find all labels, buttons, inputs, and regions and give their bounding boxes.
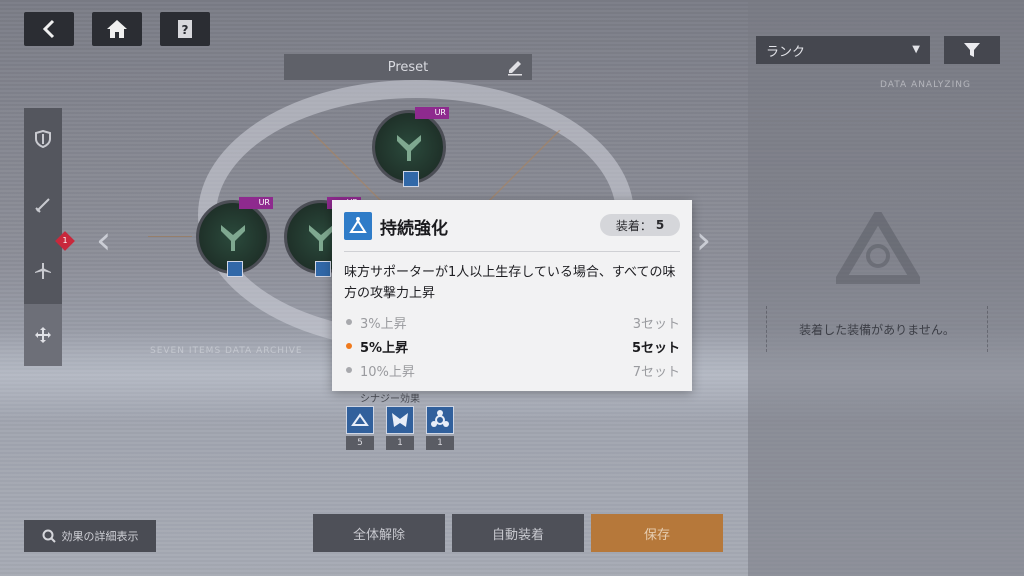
chevron-left-icon bbox=[42, 19, 55, 39]
home-icon bbox=[107, 20, 127, 38]
tier-indicator-dot bbox=[346, 319, 352, 325]
caret-down-icon: ▼ bbox=[912, 44, 920, 55]
tier-row-active: 5%上昇 5セット bbox=[344, 336, 680, 356]
equip-count-label: 装着： bbox=[615, 218, 652, 233]
preset-bar[interactable]: Preset bbox=[284, 54, 532, 80]
equip-count-pill: 装着： 5 bbox=[600, 214, 680, 236]
home-button[interactable] bbox=[92, 12, 142, 46]
popup-description: 味方サポーターが1人以上生存している場合、すべての味方の攻撃力上昇 bbox=[344, 265, 676, 301]
tier-indicator-dot bbox=[346, 367, 352, 373]
sort-dropdown-value: ランク bbox=[766, 44, 806, 60]
notification-badge: 1 bbox=[55, 231, 75, 251]
sword-icon bbox=[35, 198, 50, 213]
empty-state-logo-icon bbox=[836, 212, 920, 284]
shield-icon bbox=[35, 130, 51, 148]
equipment-emblem-icon bbox=[221, 225, 245, 251]
tier-effect: 5%上昇 bbox=[360, 341, 409, 356]
release-all-button[interactable]: 全体解除 bbox=[313, 514, 445, 552]
set-effect-label: シナジー効果 bbox=[360, 394, 420, 405]
tab-movement[interactable] bbox=[24, 304, 62, 366]
background-caption: SEVEN ITEMS DATA ARCHIVE bbox=[150, 346, 303, 356]
set-effect-biohazard[interactable] bbox=[426, 406, 454, 434]
move-arrows-icon bbox=[35, 327, 51, 343]
tier-set-count: 5セット bbox=[631, 341, 680, 356]
filter-icon bbox=[964, 43, 980, 57]
set-effect-wing[interactable] bbox=[386, 406, 414, 434]
preset-label: Preset bbox=[387, 59, 429, 75]
connector-line-left bbox=[148, 236, 192, 237]
equipment-category-tabs bbox=[24, 108, 62, 366]
equipment-emblem-icon bbox=[397, 135, 421, 161]
effect-detail-label: 効果の詳細表示 bbox=[61, 530, 139, 543]
equipment-type-chip bbox=[315, 261, 331, 277]
support-icon bbox=[351, 413, 369, 426]
effect-detail-button[interactable]: 効果の詳細表示 bbox=[24, 520, 156, 552]
equipment-type-chip bbox=[227, 261, 243, 277]
tier-set-count: 7セット bbox=[632, 365, 680, 380]
popup-effect-icon bbox=[344, 212, 372, 240]
back-button[interactable] bbox=[24, 12, 74, 46]
search-icon bbox=[42, 529, 56, 543]
next-arrow-icon[interactable]: › bbox=[696, 218, 711, 262]
biohazard-icon bbox=[431, 410, 449, 427]
set-effect-count: 1 bbox=[386, 436, 414, 450]
tier-row: 3%上昇 3セット bbox=[344, 312, 680, 332]
save-button[interactable]: 保存 bbox=[591, 514, 723, 552]
set-effect-count: 5 bbox=[346, 436, 374, 450]
auto-equip-button[interactable]: 自動装着 bbox=[452, 514, 584, 552]
equipment-type-chip bbox=[403, 171, 419, 187]
notification-badge-count: 1 bbox=[62, 236, 68, 245]
wing-icon bbox=[392, 413, 408, 427]
help-button[interactable]: ? bbox=[160, 12, 210, 46]
aircraft-icon bbox=[35, 263, 51, 279]
pencil-icon[interactable] bbox=[506, 58, 524, 76]
popup-divider bbox=[344, 251, 680, 252]
tier-set-count: 3セット bbox=[632, 317, 680, 332]
filter-button[interactable] bbox=[944, 36, 1000, 64]
empty-equipment-message: 装着した装備がありません。 bbox=[766, 306, 988, 352]
tab-aircraft[interactable] bbox=[24, 240, 62, 302]
tab-defense[interactable] bbox=[24, 108, 62, 170]
tier-effect: 3%上昇 bbox=[360, 317, 407, 332]
equipment-slot-left-1[interactable]: UR bbox=[196, 197, 273, 277]
support-icon bbox=[349, 217, 367, 233]
svg-text:?: ? bbox=[182, 23, 189, 37]
data-analyzing-caption: DATA ANALYZING bbox=[880, 80, 971, 90]
tier-row: 10%上昇 7セット bbox=[344, 360, 680, 380]
help-book-icon: ? bbox=[178, 20, 192, 38]
tab-attack[interactable] bbox=[24, 174, 62, 236]
set-effect-popup[interactable]: 持続強化 装着： 5 味方サポーターが1人以上生存している場合、すべての味方の攻… bbox=[332, 200, 692, 391]
popup-title: 持続強化 bbox=[380, 219, 448, 239]
rarity-badge: UR bbox=[239, 197, 273, 209]
tier-indicator-dot bbox=[346, 343, 352, 349]
equipment-slot-top[interactable]: UR bbox=[372, 107, 449, 187]
prev-arrow-icon[interactable]: ‹ bbox=[96, 218, 111, 262]
tier-effect: 10%上昇 bbox=[360, 365, 415, 380]
sort-dropdown[interactable]: ランク ▼ bbox=[756, 36, 930, 64]
set-effect-count: 1 bbox=[426, 436, 454, 450]
equip-count-value: 5 bbox=[655, 218, 665, 232]
set-effect-support[interactable] bbox=[346, 406, 374, 434]
rarity-badge: UR bbox=[415, 107, 449, 119]
